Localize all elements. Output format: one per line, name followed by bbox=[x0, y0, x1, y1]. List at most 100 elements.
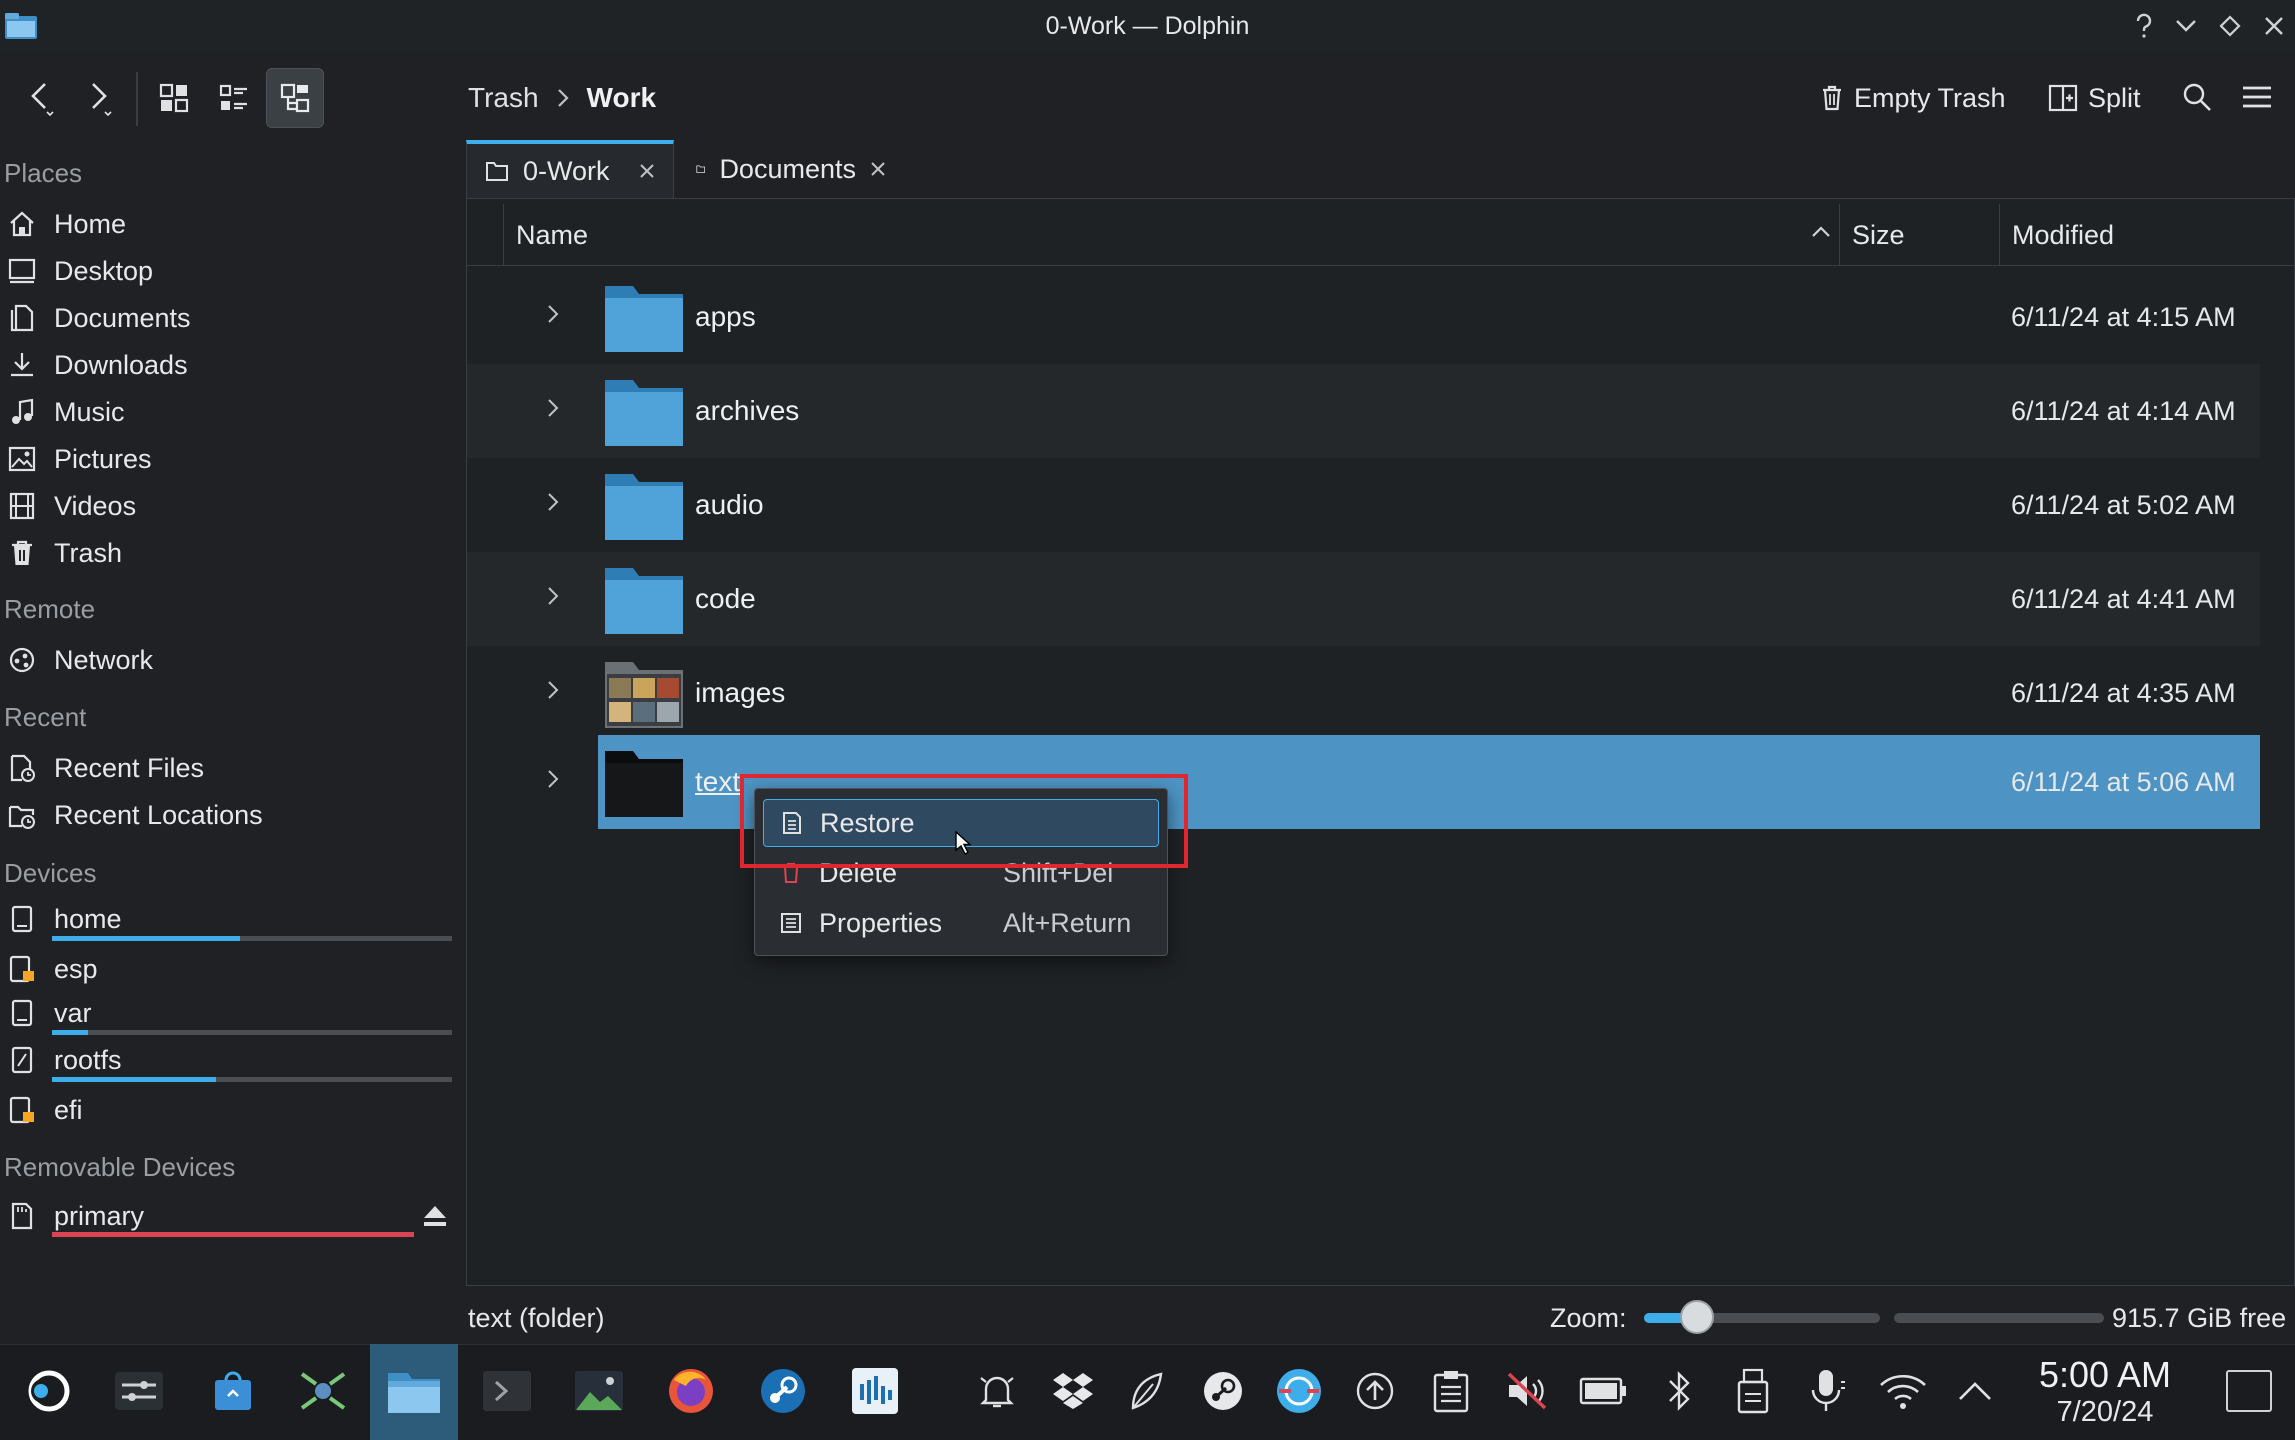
notifications-bell-icon[interactable] bbox=[970, 1364, 1024, 1418]
place-trash[interactable]: Trash bbox=[6, 533, 122, 573]
column-name[interactable]: Name bbox=[503, 204, 1839, 266]
sync-status-icon[interactable] bbox=[1272, 1364, 1326, 1418]
icons-view-button[interactable] bbox=[146, 70, 202, 126]
tab-0-work[interactable]: 0-Work bbox=[466, 140, 674, 198]
empty-trash-label: Empty Trash bbox=[1854, 82, 2006, 113]
menu-item-properties[interactable]: Properties Alt+Return bbox=[763, 899, 1159, 947]
close-icon[interactable] bbox=[639, 163, 655, 179]
device-primary[interactable]: primary bbox=[6, 1196, 144, 1236]
file-modified: 6/11/24 at 4:41 AM bbox=[2011, 584, 2236, 614]
dropbox-icon[interactable] bbox=[1046, 1364, 1100, 1418]
file-row-archives[interactable]: archives 6/11/24 at 4:14 AM bbox=[467, 364, 2260, 458]
audio-app-button[interactable] bbox=[840, 1356, 910, 1426]
close-window-button[interactable] bbox=[2256, 10, 2292, 42]
update-notifier-icon[interactable] bbox=[1348, 1364, 1402, 1418]
breadcrumb-trash[interactable]: Trash bbox=[468, 82, 539, 114]
wifi-icon[interactable] bbox=[1876, 1364, 1930, 1418]
expand-chevron-icon[interactable] bbox=[545, 490, 561, 514]
file-row-apps[interactable]: apps 6/11/24 at 4:15 AM bbox=[467, 270, 2260, 364]
expand-chevron-icon[interactable] bbox=[545, 678, 561, 702]
place-label: Recent Locations bbox=[54, 799, 263, 830]
steam-button[interactable] bbox=[748, 1356, 818, 1426]
battery-icon[interactable] bbox=[1576, 1364, 1630, 1418]
microphone-icon[interactable] bbox=[1800, 1364, 1854, 1418]
place-videos[interactable]: Videos bbox=[6, 486, 136, 526]
remote-section-title: Remote bbox=[4, 594, 96, 624]
dolphin-taskbar-button[interactable] bbox=[370, 1344, 458, 1440]
back-arrow-icon bbox=[31, 83, 54, 117]
sliders-icon bbox=[115, 1372, 163, 1410]
tab-documents[interactable]: Documents bbox=[678, 140, 904, 198]
kde-connect-leaf-icon[interactable] bbox=[1120, 1364, 1174, 1418]
column-modified[interactable]: Modified bbox=[1999, 204, 2259, 266]
download-icon bbox=[6, 349, 38, 381]
close-icon[interactable] bbox=[870, 161, 886, 177]
discover-store-button[interactable] bbox=[198, 1356, 268, 1426]
volume-muted-icon[interactable] bbox=[1500, 1364, 1554, 1418]
chevron-up-icon[interactable] bbox=[1948, 1364, 2002, 1418]
hamburger-icon bbox=[2243, 86, 2271, 108]
expand-chevron-icon[interactable] bbox=[545, 396, 561, 420]
expand-chevron-icon[interactable] bbox=[545, 584, 561, 608]
details-view-button[interactable] bbox=[266, 68, 324, 128]
zoom-slider-handle[interactable] bbox=[1680, 1300, 1714, 1334]
device-rootfs[interactable]: rootfs bbox=[6, 1040, 122, 1080]
bluetooth-icon[interactable] bbox=[1652, 1364, 1706, 1418]
file-name: audio bbox=[695, 489, 764, 520]
forward-button[interactable] bbox=[72, 70, 128, 126]
spectacle-button[interactable] bbox=[564, 1356, 634, 1426]
konsole-button[interactable] bbox=[472, 1356, 542, 1426]
column-size[interactable]: Size bbox=[1839, 204, 1999, 266]
back-button[interactable] bbox=[14, 70, 70, 126]
breadcrumb-work[interactable]: Work bbox=[587, 82, 657, 114]
device-efi[interactable]: efi bbox=[6, 1090, 83, 1130]
place-downloads[interactable]: Downloads bbox=[6, 345, 188, 385]
split-button[interactable]: Split bbox=[2040, 74, 2149, 122]
firefox-button[interactable] bbox=[656, 1356, 726, 1426]
usage-fill bbox=[52, 1030, 88, 1035]
place-music[interactable]: Music bbox=[6, 392, 125, 432]
trash-icon bbox=[6, 537, 38, 569]
search-icon bbox=[2183, 83, 2211, 111]
steam-tray-icon[interactable] bbox=[1196, 1364, 1250, 1418]
maximize-button[interactable] bbox=[2212, 10, 2248, 42]
folder-icon bbox=[603, 376, 685, 448]
help-button[interactable] bbox=[2126, 10, 2162, 42]
place-network[interactable]: Network bbox=[6, 640, 153, 680]
recent-section-title: Recent bbox=[4, 702, 87, 732]
expand-chevron-icon[interactable] bbox=[545, 767, 561, 791]
hamburger-menu-button[interactable] bbox=[2232, 72, 2282, 122]
expand-chevron-icon[interactable] bbox=[545, 302, 561, 326]
free-space-bar bbox=[1894, 1313, 2104, 1323]
compact-view-button[interactable] bbox=[206, 70, 262, 126]
place-desktop[interactable]: Desktop bbox=[6, 251, 153, 291]
network-manager-app-button[interactable] bbox=[288, 1356, 358, 1426]
file-row-images[interactable]: images 6/11/24 at 4:35 AM bbox=[467, 646, 2260, 740]
minimize-button[interactable] bbox=[2168, 10, 2204, 42]
free-space-text: 915.7 GiB free bbox=[2112, 1303, 2287, 1333]
device-esp[interactable]: esp bbox=[6, 949, 98, 989]
usb-device-icon[interactable] bbox=[1726, 1364, 1780, 1418]
file-row-code[interactable]: code 6/11/24 at 4:41 AM bbox=[467, 552, 2260, 646]
place-recent-files[interactable]: Recent Files bbox=[6, 748, 204, 788]
empty-trash-button[interactable]: Empty Trash bbox=[1812, 74, 2014, 122]
place-home[interactable]: Home bbox=[6, 204, 126, 244]
place-recent-locations[interactable]: Recent Locations bbox=[6, 795, 263, 835]
place-documents[interactable]: Documents bbox=[6, 298, 191, 338]
file-row-audio[interactable]: audio 6/11/24 at 5:02 AM bbox=[467, 458, 2260, 552]
sort-ascending-icon bbox=[1811, 226, 1831, 238]
search-button[interactable] bbox=[2172, 72, 2222, 122]
place-pictures[interactable]: Pictures bbox=[6, 439, 152, 479]
file-modified: 6/11/24 at 4:15 AM bbox=[2011, 302, 2236, 332]
eject-icon[interactable] bbox=[422, 1204, 448, 1228]
clipboard-icon[interactable] bbox=[1424, 1364, 1478, 1418]
show-desktop-button[interactable] bbox=[2226, 1370, 2272, 1412]
place-label: Network bbox=[54, 644, 154, 675]
device-home[interactable]: home bbox=[6, 899, 122, 939]
clock-time[interactable]: 5:00 AM bbox=[2030, 1354, 2180, 1396]
system-settings-button[interactable] bbox=[104, 1356, 174, 1426]
device-label: efi bbox=[54, 1094, 83, 1125]
device-var[interactable]: var bbox=[6, 993, 92, 1033]
app-launcher-button[interactable] bbox=[14, 1356, 84, 1426]
clock-date[interactable]: 7/20/24 bbox=[2030, 1396, 2180, 1429]
